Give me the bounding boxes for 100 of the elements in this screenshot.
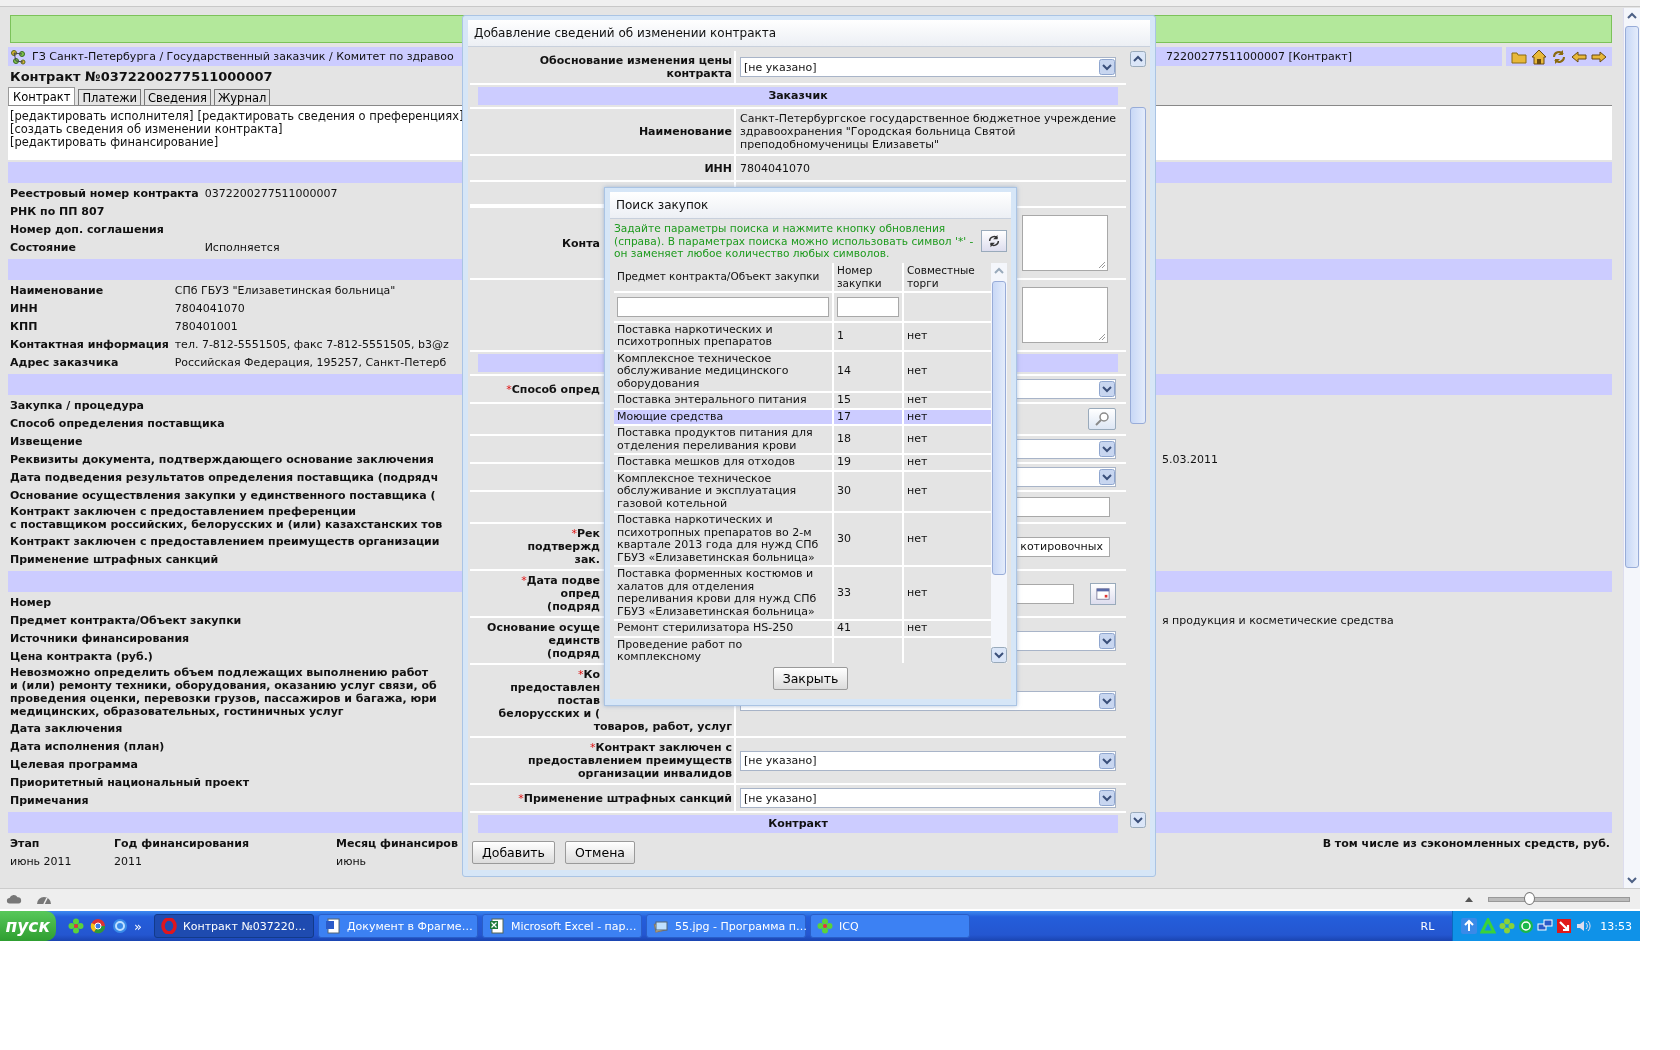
breadcrumb-path[interactable]: 72200277511000007 [Контракт] [1166,50,1352,63]
table-cell: 18 [834,426,902,453]
field-label: Конта [562,236,600,250]
action-link[interactable]: [редактировать сведения о преференциях] [197,110,464,123]
field-label: Обоснование изменения цены [539,54,732,67]
breadcrumb-path[interactable]: ГЗ Санкт-Петербурга / Государственный заказчик / Комитет по здравоо [32,50,454,63]
table-cell: нет [904,351,991,391]
table-cell: нет [904,455,991,470]
table-cell: 17 [834,409,902,424]
result-row[interactable]: Поставка наркотических и психотропных препаратов 1 нет [614,322,991,350]
result-row[interactable]: Моющие средства 17 нет [614,409,991,424]
field-label: единств [548,634,600,647]
table-cell: Поставка наркотических и психотропных препаратов [614,322,832,350]
field-label: Основание осуще [487,621,600,634]
table-cell: нет [904,322,991,350]
table-cell: Комплексное техническое обслуживание и эксплуатация газовой котельной [614,471,832,511]
tab[interactable]: Сведения [144,89,211,105]
table-cell: 41 [834,621,902,636]
table-cell: Поставка наркотических и психотропных препаратов во 2-м квартале 2013 года для нужд СПб ГБУЗ «Елизаветинская больница» [614,513,832,565]
clock: 13:53 [1600,919,1632,933]
result-row[interactable]: Поставка форменных костюмов и халатов для отделения переливания крови для нужд СПб ГБУЗ «Елизаветинская больница» 33 нет [614,567,991,619]
action-link[interactable]: [создать сведения об изменении контракта] [10,123,283,136]
result-row[interactable]: Комплексное техническое обслуживание медицинского оборудования 14 нет [614,351,991,391]
dialog-title: Поиск закупок [610,192,1011,219]
dropdown[interactable]: [не указано] [740,57,1116,77]
action-link[interactable]: [редактировать финансирование] [10,136,219,149]
taskbar-button[interactable]: Документ в Фрагме… [317,914,478,938]
table-cell: 30 [834,513,902,565]
table-cell: 30 [834,471,902,511]
field-label: организации инвалидов [578,767,732,780]
field-label: зак. [574,553,600,566]
table-cell: нет [904,513,991,565]
table-cell: Поставка продуктов питания для отделения переливания крови [614,426,832,453]
column-header: Совместные торги [904,262,991,291]
dropdown[interactable]: [не указано] [740,788,1116,808]
table-cell: Поставка энтерального питания [614,393,832,408]
taskbar-button[interactable]: ICQ [809,914,970,938]
table-cell: нет [904,393,991,408]
table-cell: 14 [834,351,902,391]
field-label: Невозможно определить объем подлежащих выполнению работ и (или) ремонту техники, оборудования, оказанию услуг связи, об проведения оценки, перевозки грузов, пассажиров и багажа, юри медицинских, образовательных, гостиничных услуг [8,666,439,718]
field-label: *Применение штрафных санкций [518,791,732,805]
field-label: Контракт заключен с предоставлением преференции с поставщиком российских, белорусских и (или) казахстанских тов [8,505,445,531]
field-label: контракта [666,67,732,80]
field-label: белорусских и ( [498,707,600,720]
table-cell: 15 [834,393,902,408]
table-cell: Моющие средства [614,409,832,424]
dialog-title: Добавление сведений об изменении контракта [468,20,1150,47]
tab[interactable]: Журнал [213,89,271,105]
field-label: товаров, работ, услуг [593,720,732,733]
field-label: постав [557,694,600,707]
field-value: Санкт-Петербургское государственное бюджетное учреждение здравоохранения "Городская больница Святой преподобномученицы Елизаветы" [740,112,1118,151]
dialog-button[interactable]: Отмена [564,840,635,864]
field-label: (подряд [547,647,600,660]
column-header: Предмет контракта/Объект закупки [614,262,832,291]
table-cell: Ремонт стерилизатора HS-250 [614,621,832,636]
page-title: Контракт №0372200277511000007 [9,68,273,86]
tab[interactable]: Платежи [78,89,142,105]
table-cell: Поставка мешков для отходов [614,455,832,470]
field-label: *Ко [577,668,600,681]
field-label: Контактная информация [8,336,171,352]
table-cell: нет [904,471,991,511]
column-header: Номер закупки [834,262,902,291]
language-indicator[interactable]: RL [1420,919,1435,933]
action-link[interactable]: [редактировать исполнителя] [10,110,194,123]
field-label: предоставлен [510,681,600,694]
result-row[interactable]: Проведение работ по комплексному [614,637,991,663]
taskbar-button[interactable]: Контракт №037220… [153,914,314,938]
table-cell: нет [904,426,991,453]
result-row[interactable]: Поставка мешков для отходов 19 нет [614,455,991,470]
result-row[interactable]: Поставка наркотических и психотропных препаратов во 2-м квартале 2013 года для нужд СПб ГБУЗ «Елизаветинская больница» 30 нет [614,513,991,565]
more-chevron[interactable]: » [134,918,142,934]
table-cell: 1 [834,322,902,350]
taskbar-button[interactable]: 55.jpg - Программа п… [645,914,806,938]
field-label: *Рек [571,527,600,540]
table-cell: Поставка форменных костюмов и халатов для отделения переливания крови для нужд СПб ГБУЗ «Елизаветинская больница» [614,567,832,619]
dropdown[interactable]: [не указано] [740,750,1116,771]
result-row[interactable]: Поставка продуктов питания для отделения переливания крови 18 нет [614,426,991,453]
table-cell: Проведение работ по комплексному [614,637,832,663]
result-row[interactable]: Ремонт стерилизатора HS-250 41 нет [614,621,991,636]
field-label: опред [560,587,600,600]
table-cell: нет [904,567,991,619]
table-cell: 19 [834,455,902,470]
field-label: (подряд [547,600,600,613]
field-label: *Дата подве [521,574,600,587]
field-label: ИНН [704,161,732,175]
result-row[interactable]: Комплексное техническое обслуживание и эксплуатация газовой котельной 30 нет [614,471,991,511]
tab[interactable]: Контракт [8,87,76,105]
result-row[interactable]: Поставка энтерального питания 15 нет [614,393,991,408]
field-label: *Контракт заключен с [590,741,732,754]
table-cell: нет [904,409,991,424]
section-header: Заказчик [478,87,1118,105]
table-cell: нет [904,621,991,636]
table-cell: 33 [834,567,902,619]
field-value: 7804041070 [740,161,810,175]
taskbar-button[interactable]: Microsoft Excel - пар… [481,914,642,938]
table-cell: Комплексное техническое обслуживание медицинского оборудования [614,351,832,391]
field-label: *Способ опред [506,382,600,396]
dialog-button[interactable]: Добавить [472,840,555,864]
section-header: Контракт [478,815,1118,833]
close-button[interactable]: Закрыть [772,667,849,691]
